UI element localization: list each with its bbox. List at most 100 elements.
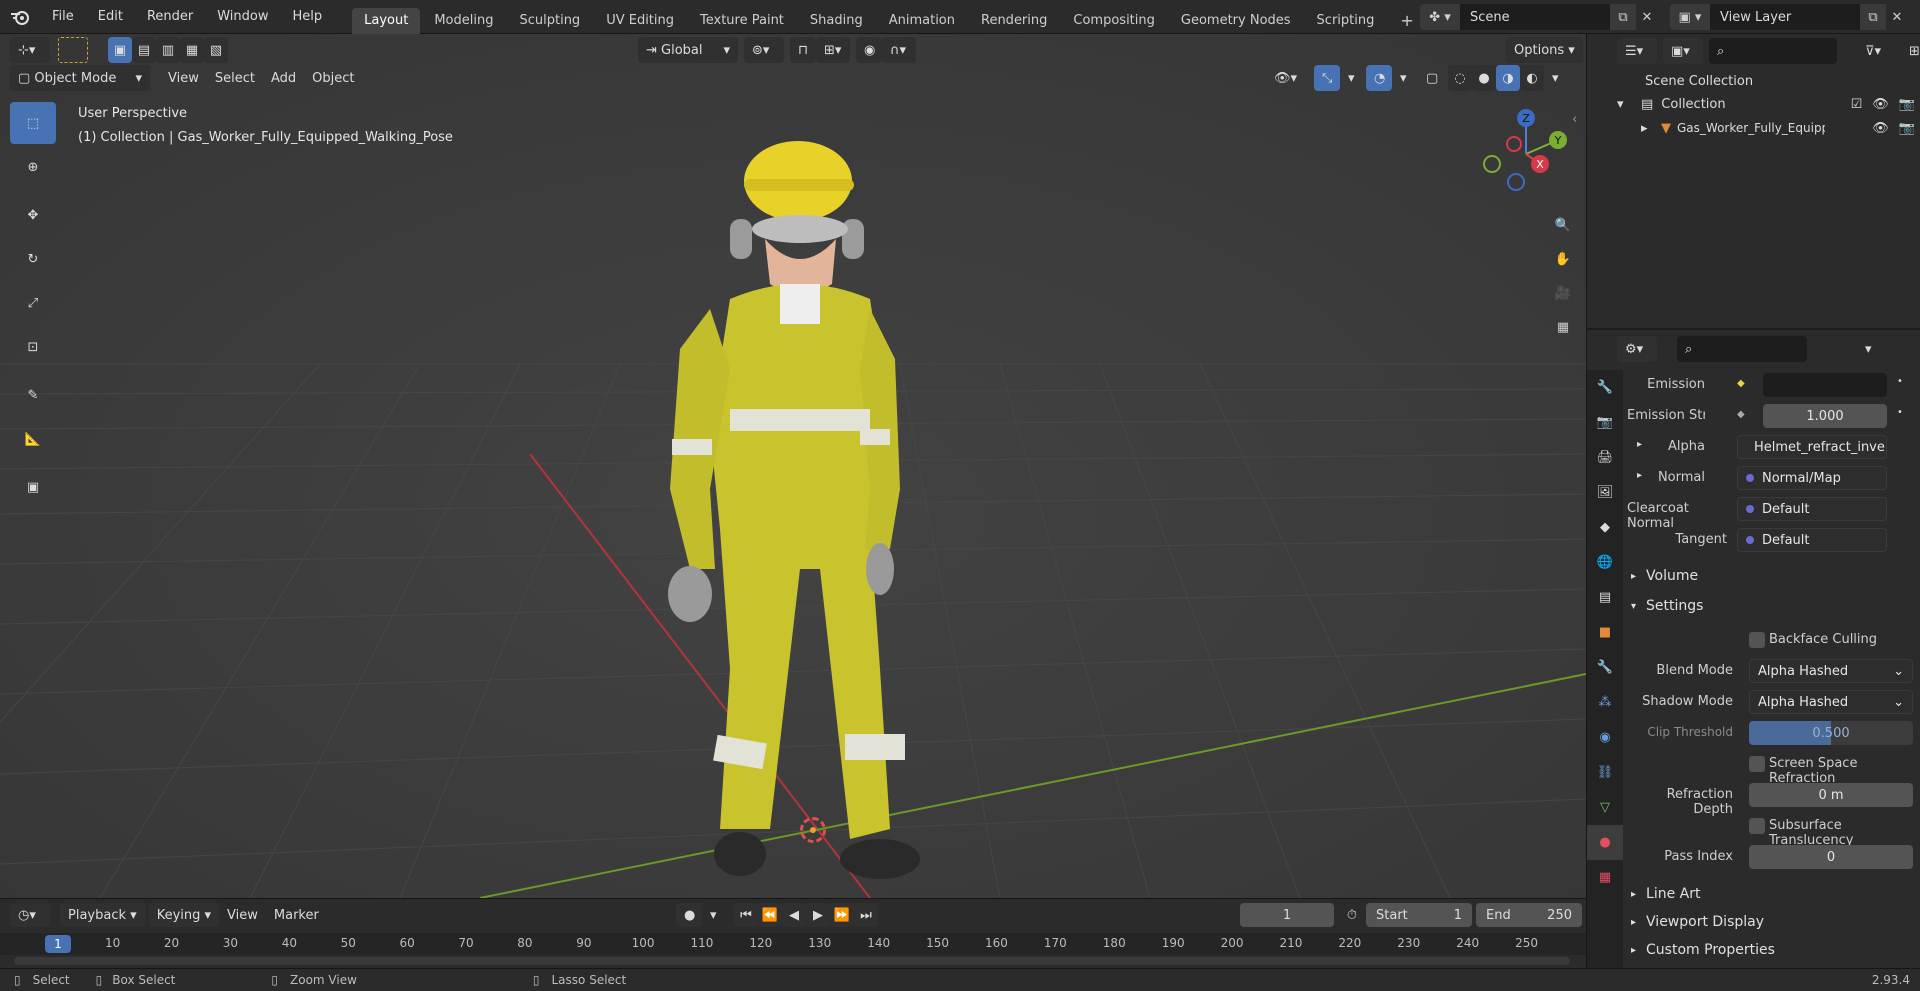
measure-tool-icon[interactable]: 📐 (10, 418, 56, 460)
blender-logo-icon[interactable] (0, 0, 40, 34)
orientation-dropdown[interactable]: ⇥ Global ▾ (638, 37, 738, 63)
tab-texture-paint[interactable]: Texture Paint (688, 8, 796, 34)
keyframe-dot-icon[interactable]: • (1897, 407, 1903, 418)
navigation-gizmo[interactable]: Z Y X (1476, 106, 1576, 206)
pass-index-field[interactable]: 0 (1749, 845, 1913, 869)
blend-mode-dropdown[interactable]: Alpha Hashed ⌄ (1749, 659, 1913, 683)
gizmo-neg-z-icon[interactable] (1507, 173, 1525, 191)
shading-material-icon[interactable]: ◑ (1496, 65, 1520, 91)
tab-layout[interactable]: Layout (352, 7, 421, 34)
tab-uv-editing[interactable]: UV Editing (594, 8, 686, 34)
tab-shading[interactable]: Shading (798, 8, 875, 34)
expand-arrow-icon[interactable]: ▾ (1617, 97, 1641, 112)
object-tab-icon[interactable]: ■ (1587, 615, 1623, 650)
custom-properties-section-header[interactable]: ▸ Custom Properties (1631, 942, 1775, 958)
menu-render[interactable]: Render (135, 0, 205, 34)
editor-type-icon[interactable]: ⊹▾ (10, 37, 50, 63)
scene-name-field[interactable]: Scene (1460, 4, 1610, 30)
keyframe-dot-icon[interactable]: • (1897, 376, 1903, 387)
menu-file[interactable]: File (40, 0, 86, 34)
select-intersect-icon[interactable]: ▧ (204, 37, 228, 63)
frame-ruler[interactable]: 10 20 30 40 50 60 70 80 90 100 110 120 130 140 150 160 1… (0, 933, 1586, 955)
mode-dropdown[interactable]: ▢ Object Mode ▾ (10, 65, 150, 91)
current-frame-field[interactable]: 1 (1240, 903, 1334, 927)
expand-arrow-icon[interactable]: ▸ (1637, 439, 1642, 450)
constraints-tab-icon[interactable]: ⛓ (1587, 755, 1623, 790)
options-dropdown[interactable]: Options ▾ (1506, 37, 1583, 63)
pivot-point-icon[interactable]: ⊚▾ (744, 37, 784, 63)
tool-tab-icon[interactable]: 🔧 (1587, 370, 1623, 405)
tab-scripting[interactable]: Scripting (1305, 8, 1387, 34)
select-box-tool-icon[interactable]: ⬚ (10, 102, 56, 144)
snap-target-icon[interactable]: ⊞▾ (816, 37, 850, 63)
tangent-link-field[interactable]: Default (1737, 528, 1887, 552)
outliner-row-object[interactable]: ▸ ▼ Gas_Worker_Fully_Equipp 👁 📷 (1641, 116, 1915, 140)
properties-search-input[interactable]: ⌕ (1677, 336, 1807, 362)
prev-keyframe-icon[interactable]: ⏪ (758, 903, 782, 927)
gas-worker-model[interactable] (660, 109, 980, 889)
select-new-icon[interactable]: ▣ (108, 37, 132, 63)
keying-menu[interactable]: Keying ▾ (148, 903, 220, 927)
record-icon[interactable]: ● (676, 903, 702, 927)
end-frame-field[interactable]: End 250 (1476, 903, 1582, 927)
eye-icon[interactable]: 👁 (1872, 121, 1889, 136)
move-tool-icon[interactable]: ✥ (10, 194, 56, 236)
keyframe-type-icon[interactable]: ▾ (702, 903, 722, 927)
start-frame-field[interactable]: Start 1 (1366, 903, 1472, 927)
3d-cursor-icon[interactable] (800, 817, 826, 843)
properties-editor-icon[interactable]: ⚙▾ (1617, 336, 1657, 362)
gizmo-neg-x-icon[interactable] (1506, 136, 1522, 152)
visibility-icon[interactable]: 👁▾ (1266, 65, 1306, 91)
outliner-row-collection[interactable]: ▾ ▤ Collection ☑ 👁 📷 (1617, 92, 1915, 116)
clearcoat-link-field[interactable]: Default (1737, 497, 1887, 521)
viewport-display-section-header[interactable]: ▸ Viewport Display (1631, 914, 1764, 930)
tab-sculpting[interactable]: Sculpting (507, 8, 592, 34)
shading-rendered-icon[interactable]: ◐ (1520, 65, 1544, 91)
modifier-tab-icon[interactable]: 🔧 (1587, 650, 1623, 685)
eye-icon[interactable]: 👁 (1872, 97, 1889, 112)
line-art-section-header[interactable]: ▸ Line Art (1631, 886, 1700, 902)
tab-modeling[interactable]: Modeling (422, 8, 505, 34)
timeline-view-menu[interactable]: View (219, 903, 266, 927)
sidebar-toggle-icon[interactable]: ‹ (1572, 112, 1577, 127)
snap-icon[interactable]: ⊓ (790, 37, 816, 63)
outliner-search-input[interactable]: ⌕ (1709, 38, 1837, 64)
shadow-mode-dropdown[interactable]: Alpha Hashed ⌄ (1749, 690, 1913, 714)
overlay-toggle-icon[interactable]: ◔ (1366, 65, 1392, 91)
select-invert-icon[interactable]: ▦ (180, 37, 204, 63)
filter-icon[interactable]: ⊽▾ (1857, 38, 1897, 64)
camera-icon[interactable]: 📷 (1899, 97, 1915, 112)
subsurface-translucency-checkbox[interactable] (1749, 818, 1765, 834)
timeline-scrollbar[interactable] (14, 957, 1570, 965)
menu-object[interactable]: Object (304, 65, 362, 91)
stopwatch-icon[interactable]: ⏱ (1340, 903, 1364, 927)
timeline-editor-icon[interactable]: ◷▾ (10, 903, 50, 927)
rotate-tool-icon[interactable]: ↻ (10, 238, 56, 280)
socket-yellow-icon[interactable]: ◆ (1737, 378, 1745, 389)
menu-add[interactable]: Add (263, 65, 304, 91)
view-layer-tab-icon[interactable]: 🖼 (1587, 475, 1623, 510)
next-keyframe-icon[interactable]: ⏩ (830, 903, 854, 927)
refraction-depth-field[interactable]: 0 m (1749, 783, 1913, 807)
ortho-grid-icon[interactable]: ▦ (1548, 310, 1578, 344)
volume-section-header[interactable]: ▸ Volume (1631, 568, 1698, 584)
falloff-icon[interactable]: ∩▾ (882, 37, 916, 63)
transform-tool-icon[interactable]: ⊡ (10, 326, 56, 368)
emission-color-field[interactable] (1763, 373, 1887, 397)
menu-window[interactable]: Window (205, 0, 280, 34)
new-collection-icon[interactable]: ⊞ (1901, 38, 1920, 64)
clip-threshold-slider[interactable]: 0.500 (1749, 721, 1913, 745)
marker-menu[interactable]: Marker (266, 903, 327, 927)
properties-options-icon[interactable]: ▾ (1857, 336, 1883, 362)
camera-icon[interactable]: 📷 (1899, 121, 1915, 136)
scene-tab-icon[interactable]: ◆ (1587, 510, 1623, 545)
outliner-editor-icon[interactable]: ☰▾ (1617, 38, 1657, 64)
select-subtract-icon[interactable]: ▥ (156, 37, 180, 63)
overlay-dropdown-icon[interactable]: ▾ (1392, 65, 1410, 91)
backface-culling-checkbox[interactable] (1749, 632, 1765, 648)
outliner-row-scene-collection[interactable]: Scene Collection (1645, 70, 1753, 92)
select-tool-icon[interactable] (58, 37, 88, 63)
add-cube-tool-icon[interactable]: ▣ (10, 466, 56, 508)
tab-rendering[interactable]: Rendering (969, 8, 1059, 34)
material-tab-icon[interactable]: ● (1587, 825, 1623, 860)
